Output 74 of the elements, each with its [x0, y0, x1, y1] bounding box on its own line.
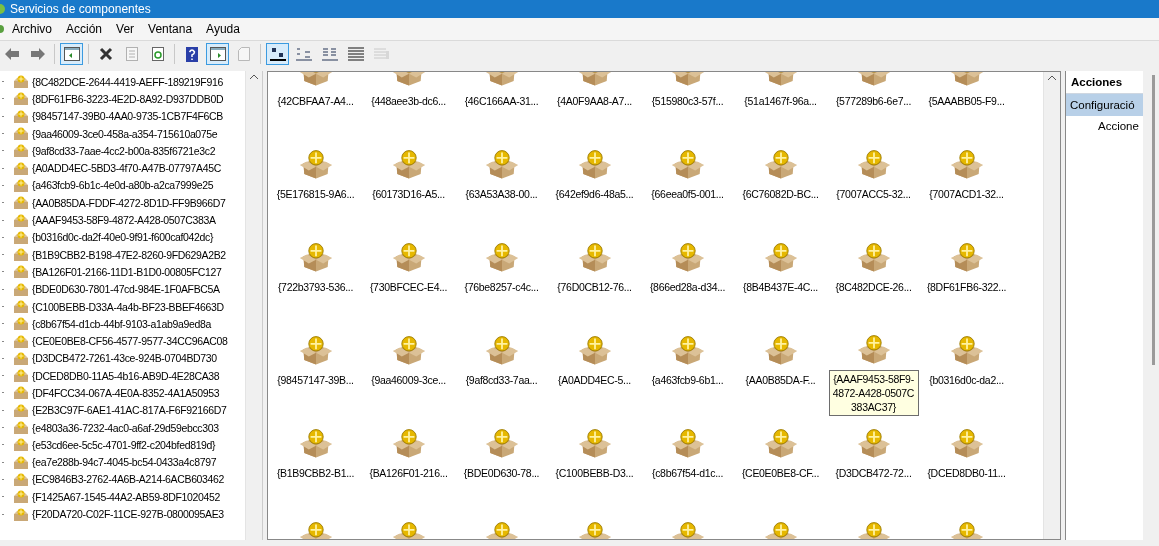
component-label[interactable]: {8DF61FB6-322...	[924, 278, 1009, 297]
component-label[interactable]: {448aee3b-dc6...	[369, 92, 448, 111]
component-label[interactable]: {60173D16-A5...	[370, 185, 447, 204]
tree-item[interactable]: {EC9846B3-2762-4A6B-A214-6ACB603462	[32, 473, 225, 486]
component-label[interactable]: {98457147-39B...	[275, 371, 356, 390]
tree-item[interactable]: {E2B3C97F-6AE1-41AC-817A-F6F92166D7	[32, 404, 227, 417]
tree-item[interactable]: {BDE0D630-7801-47cd-984E-1F0AFBC5A	[32, 283, 220, 296]
tree-item[interactable]: {9af8cd33-7aae-4cc2-b00a-835f6721e3c2	[32, 144, 216, 157]
component-label[interactable]: {BA126F01-216...	[367, 464, 450, 483]
tree-item[interactable]: {F1425A67-1545-44A2-AB59-8DF1020452	[32, 490, 220, 503]
component-label[interactable]: {730BFCEC-E4...	[367, 278, 450, 297]
component-label[interactable]: {AA0B85DA-F...	[743, 371, 818, 390]
window-title: Servicios de componentes	[10, 2, 151, 16]
component-label[interactable]: {c8b67f54-d1c...	[649, 464, 726, 483]
menu-item[interactable]: Archivo	[5, 20, 59, 38]
component-label[interactable]: {7007ACD1-32...	[927, 185, 1006, 204]
tree-item[interactable]: {BA126F01-2166-11D1-B1D0-00805FC127	[32, 265, 222, 278]
tree-item[interactable]: {9aa46009-3ce0-458a-a354-715610a075e	[32, 127, 218, 140]
tree-item[interactable]: {B1B9CBB2-B198-47E2-8260-9FD629A2B2	[32, 248, 226, 261]
component-label[interactable]: {C100BEBB-D3...	[553, 464, 636, 483]
component-label[interactable]: {9aa46009-3ce...	[369, 371, 448, 390]
tree-item[interactable]: {ea7e288b-94c7-4045-bc54-0433a4c8797	[32, 456, 217, 469]
component-label[interactable]: {5E176815-9A6...	[274, 185, 357, 204]
component-label[interactable]: {4A0F9AA8-A7...	[555, 92, 634, 111]
tree-item[interactable]: {D3DCB472-7261-43ce-924B-0704BD730	[32, 352, 217, 365]
component-label[interactable]: {b0316d0c-da2...	[927, 371, 1006, 390]
component-label[interactable]: {CE0E0BE8-CF...	[739, 464, 822, 483]
component-label[interactable]: {76be8257-c4c...	[462, 278, 541, 297]
component-label[interactable]: {66eea0f5-001...	[649, 185, 726, 204]
tree-item[interactable]: {e53cd6ee-5c5c-4701-9ff2-c204bfed819d}	[32, 438, 216, 451]
menu-item[interactable]: Ayuda	[199, 20, 247, 38]
component-label[interactable]: {63A53A38-00...	[463, 185, 540, 204]
menu-item[interactable]: Ver	[109, 20, 142, 38]
tree-item[interactable]: {a463fcb9-6b1c-4e0d-a80b-a2ca7999e25	[32, 179, 214, 192]
tree-item[interactable]: {C100BEBB-D33A-4a4b-BF23-BBEF4663D	[32, 300, 224, 313]
component-label[interactable]: {D3DCB472-72...	[833, 464, 914, 483]
component-label[interactable]: {8C482DCE-26...	[833, 278, 914, 297]
component-label[interactable]: {DCED8DB0-11...	[925, 464, 1008, 483]
component-label[interactable]: {51a1467f-96a...	[742, 92, 819, 111]
actions-section[interactable]: Configuració	[1066, 94, 1143, 116]
component-label[interactable]: {577289b6-6e7...	[833, 92, 914, 111]
component-label[interactable]: {8B4B437E-4C...	[741, 278, 820, 297]
tree-item[interactable]: {8C482DCE-2644-4419-AEFF-189219F916	[32, 75, 223, 88]
component-label[interactable]: {a463fcb9-6b1...	[649, 371, 726, 390]
component-label[interactable]: {515980c3-57f...	[649, 92, 726, 111]
tree-item[interactable]: {AAAF9453-58F9-4872-A428-0507C383A	[32, 214, 216, 226]
component-label[interactable]: {5AAABB05-F9...	[926, 92, 1007, 111]
tree-item[interactable]: {CE0E0BE8-CF56-4577-9577-34CC96AC08	[32, 335, 228, 348]
tree-item[interactable]: {F20DA720-C02F-11CE-927B-0800095AE3	[32, 508, 224, 521]
tree-item[interactable]: {A0ADD4EC-5BD3-4f70-A47B-07797A45C	[32, 162, 221, 175]
menu-item[interactable]: Acción	[59, 20, 110, 38]
component-label[interactable]: {BDE0D630-78...	[461, 464, 542, 483]
component-label[interactable]: {76D0CB12-76...	[555, 278, 634, 297]
tree-item[interactable]: {e4803a36-7232-4ac0-a6af-29d59ebcc303	[32, 421, 219, 434]
component-label[interactable]: {B1B9CBB2-B1...	[274, 464, 357, 483]
component-label[interactable]: {A0ADD4EC-5...	[556, 371, 633, 390]
tree-item[interactable]: {98457147-39B0-4AA0-9735-1CB7F4F6CB	[32, 110, 223, 123]
component-label[interactable]: {7007ACC5-32...	[834, 185, 913, 204]
tree-item[interactable]: {DF4FCC34-067A-4E0A-8352-4A1A50953	[32, 387, 220, 399]
component-label[interactable]: {42CBFAA7-A4...	[275, 92, 356, 111]
tree-item[interactable]: {AA0B85DA-FDDF-4272-8D1D-FF9B966D7	[32, 196, 226, 209]
component-label[interactable]: {9af8cd33-7aa...	[463, 371, 540, 390]
tree-item[interactable]: {b0316d0c-da2f-40e0-9f91-f600caf042dc}	[32, 231, 214, 244]
action-item[interactable]: Accione	[1066, 116, 1143, 132]
tree-item[interactable]: {8DF61FB6-3223-4E2D-8A92-D937DDB0D	[32, 92, 224, 105]
component-label[interactable]: {AAAF9453-58F9-4872-A428-0507C383AC37}	[828, 370, 919, 416]
tree-item[interactable]: {c8b67f54-d1cb-44bf-9103-a1ab9a9ed8a	[32, 317, 211, 330]
menu-item[interactable]: Ventana	[141, 20, 200, 38]
component-label[interactable]: {866ed28a-d34...	[647, 278, 728, 297]
tree-item[interactable]: {DCED8DB0-11A5-4b16-AB9D-4E28CA38	[32, 369, 220, 382]
component-label[interactable]: {722b3793-536...	[275, 278, 356, 297]
component-label[interactable]: {6C76082D-BC...	[740, 185, 821, 204]
component-label[interactable]: {642ef9d6-48a5...	[553, 185, 636, 204]
component-label[interactable]: {46C166AA-31...	[462, 92, 541, 111]
